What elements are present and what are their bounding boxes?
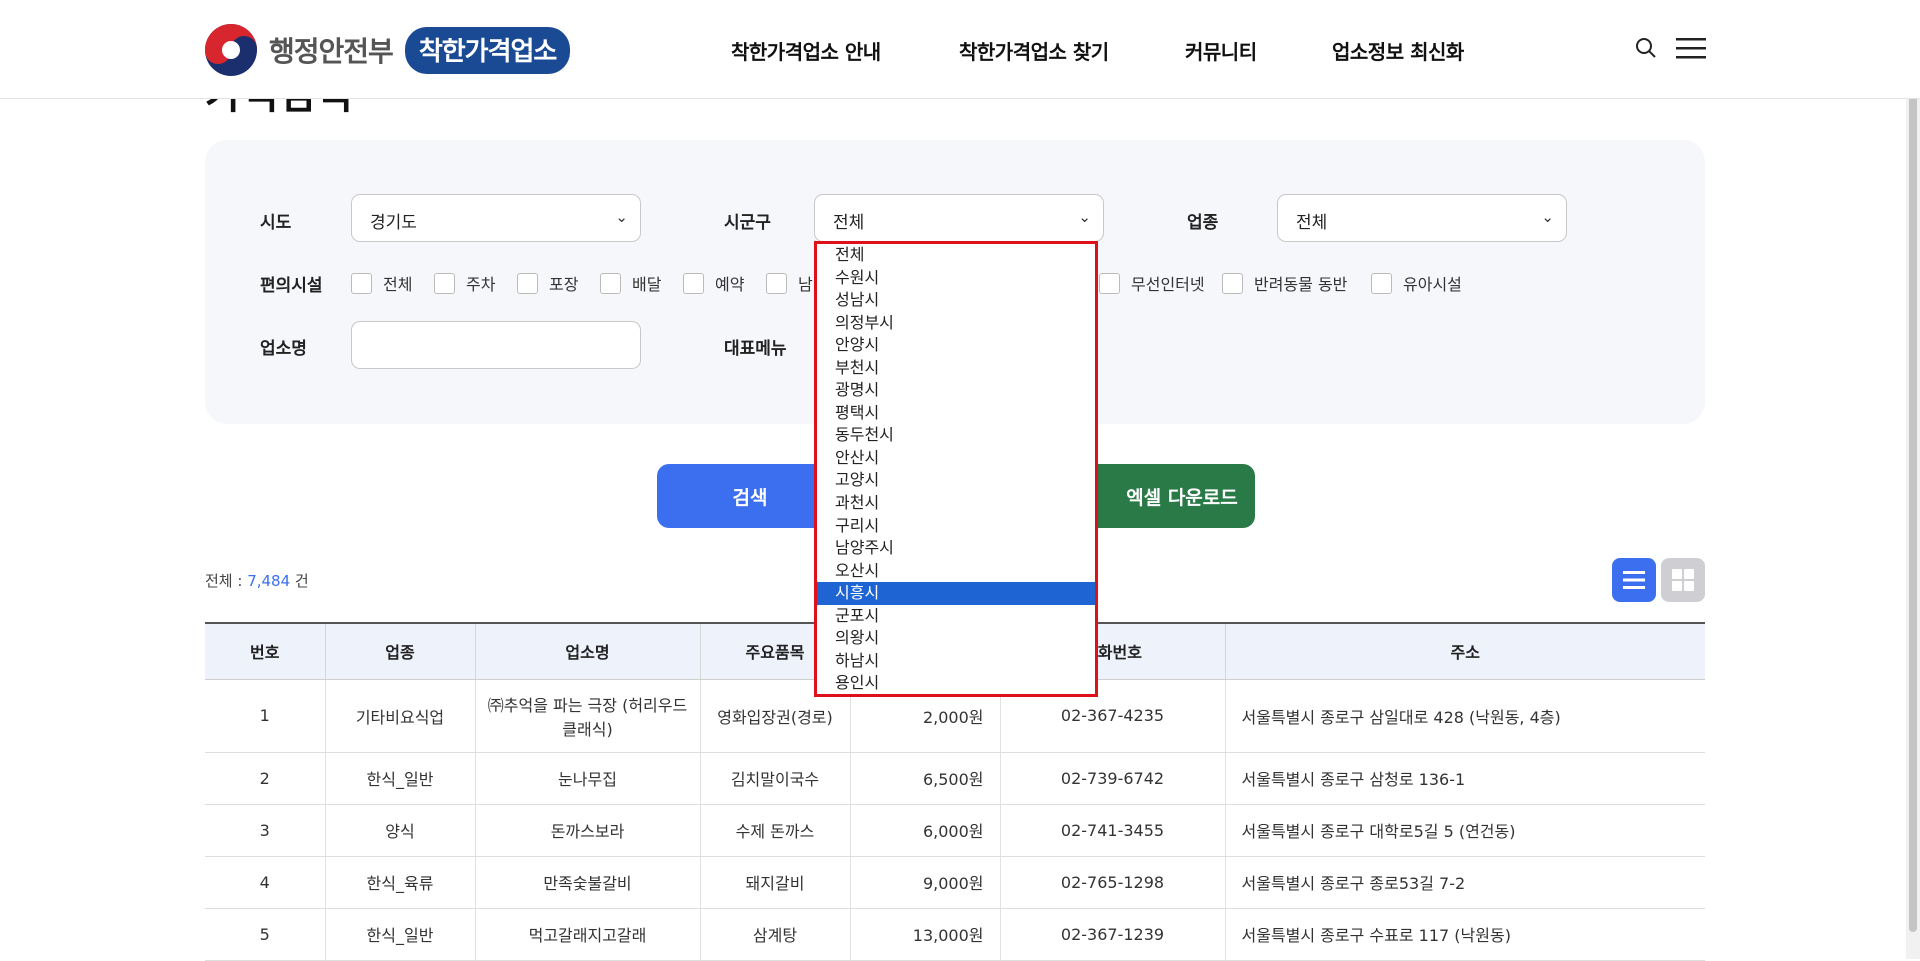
name-label: 업소명	[260, 339, 307, 359]
facility-wifi-checkbox[interactable]: 무선인터넷	[1099, 271, 1205, 295]
name-input[interactable]	[351, 321, 641, 369]
option-gwacheon[interactable]: 과천시	[817, 492, 1095, 515]
nav-find[interactable]: 착한가격업소 찾기	[959, 36, 1109, 65]
header-no[interactable]: 번호	[205, 622, 326, 680]
grid-view-button[interactable]	[1661, 558, 1705, 602]
option-gunpo[interactable]: 군포시	[817, 605, 1095, 628]
nav-about[interactable]: 착한가격업소 안내	[731, 36, 881, 65]
facility-all-checkbox[interactable]: 전체	[351, 271, 412, 295]
facility-parking-checkbox[interactable]: 주차	[434, 271, 495, 295]
option-osan[interactable]: 오산시	[817, 560, 1095, 583]
list-icon	[1623, 571, 1645, 589]
facility-kids-checkbox[interactable]: 유아시설	[1371, 271, 1462, 295]
sigungu-value: 전체	[833, 213, 865, 233]
option-uiwang[interactable]: 의왕시	[817, 627, 1095, 650]
menu-icon[interactable]	[1676, 36, 1706, 64]
option-gwangmyeong[interactable]: 광명시	[817, 379, 1095, 402]
sigungu-label: 시군구	[724, 213, 771, 233]
total-count: 전체 : 7,484 건	[205, 572, 309, 590]
option-suwon[interactable]: 수원시	[817, 267, 1095, 290]
option-seongnam[interactable]: 성남시	[817, 289, 1095, 312]
grid-icon	[1672, 569, 1694, 591]
sido-value: 경기도	[370, 213, 417, 233]
table-row[interactable]: 2 한식_일반 눈나무집 김치말이국수 6,500원 02-739-6742 서…	[205, 752, 1705, 805]
table-row[interactable]: 4 한식_육류 만족숯불갈비 돼지갈비 9,000원 02-765-1298 서…	[205, 856, 1705, 909]
facility-pet-checkbox[interactable]: 반려동물 동반	[1222, 271, 1347, 295]
total-number: 7,484	[247, 572, 291, 590]
option-yongin[interactable]: 용인시	[817, 672, 1095, 694]
category-select[interactable]: 전체 ⌄	[1277, 194, 1567, 242]
option-bucheon[interactable]: 부천시	[817, 357, 1095, 380]
sigungu-dropdown-list[interactable]: 전체 수원시 성남시 의정부시 안양시 부천시 광명시 평택시 동두천시 안산시…	[814, 241, 1098, 697]
search-icon[interactable]	[1634, 36, 1658, 64]
category-label: 업종	[1187, 213, 1219, 233]
nav-community[interactable]: 커뮤니티	[1185, 36, 1257, 65]
chevron-down-icon: ⌄	[615, 208, 628, 226]
chevron-down-icon: ⌄	[1078, 208, 1091, 226]
menu-label: 대표메뉴	[724, 339, 787, 359]
facility-partial-checkbox[interactable]: 남	[766, 271, 813, 295]
page-scrollbar[interactable]	[1906, 0, 1920, 959]
header-name[interactable]: 업소명	[475, 622, 701, 680]
option-ansan[interactable]: 안산시	[817, 447, 1095, 470]
sigungu-select[interactable]: 전체 ⌄	[814, 194, 1104, 242]
table-row[interactable]: 5 한식_일반 먹고갈래지고갈래 삼계탕 13,000원 02-367-1239…	[205, 908, 1705, 961]
site-logo[interactable]: 행정안전부 착한가격업소	[205, 24, 571, 76]
option-goyang[interactable]: 고양시	[817, 469, 1095, 492]
option-pyeongtaek[interactable]: 평택시	[817, 402, 1095, 425]
option-dongducheon[interactable]: 동두천시	[817, 424, 1095, 447]
option-siheung[interactable]: 시흥시	[817, 582, 1095, 605]
facility-takeout-checkbox[interactable]: 포장	[517, 271, 578, 295]
table-row[interactable]: 3 양식 돈까스보라 수제 돈까스 6,000원 02-741-3455 서울특…	[205, 804, 1705, 857]
category-value: 전체	[1296, 213, 1328, 233]
nav-update[interactable]: 업소정보 최신화	[1332, 36, 1464, 65]
option-all[interactable]: 전체	[817, 244, 1095, 267]
ministry-name: 행정안전부	[269, 35, 394, 68]
chevron-down-icon: ⌄	[1541, 208, 1554, 226]
government-emblem-icon	[205, 24, 257, 76]
facility-reservation-checkbox[interactable]: 예약	[683, 271, 744, 295]
sido-select[interactable]: 경기도 ⌄	[351, 194, 641, 242]
site-header: 행정안전부 착한가격업소 착한가격업소 안내 착한가격업소 찾기 커뮤니티 업소…	[0, 0, 1920, 99]
header-category[interactable]: 업종	[325, 622, 476, 680]
facility-delivery-checkbox[interactable]: 배달	[600, 271, 661, 295]
header-address[interactable]: 주소	[1225, 622, 1705, 680]
option-namyangju[interactable]: 남양주시	[817, 537, 1095, 560]
option-uijeongbu[interactable]: 의정부시	[817, 312, 1095, 335]
option-guri[interactable]: 구리시	[817, 515, 1095, 538]
brand-badge: 착한가격업소	[404, 26, 571, 74]
sido-label: 시도	[260, 213, 292, 233]
facilities-label: 편의시설	[260, 276, 323, 296]
option-anyang[interactable]: 안양시	[817, 334, 1095, 357]
list-view-button[interactable]	[1612, 558, 1656, 602]
option-hanam[interactable]: 하남시	[817, 650, 1095, 673]
scrollbar-thumb[interactable]	[1909, 52, 1917, 932]
